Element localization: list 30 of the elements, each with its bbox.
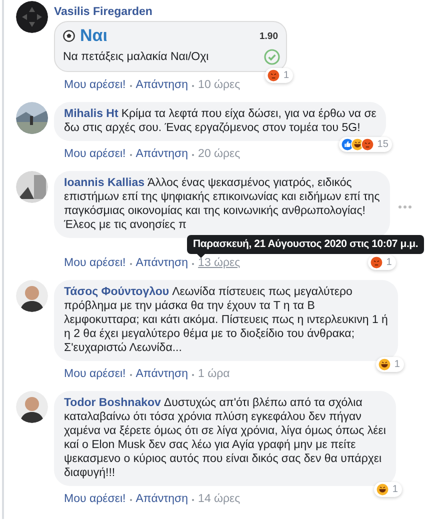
like-link[interactable]: Μου αρέσει!	[64, 79, 126, 92]
comment-text: Ioannis Kallias Άλλος ένας ψεκασμένος γιατρός, ειδικός επιστήμων επί της ψηφιακής επικοινωνίας και ειδήμων επί της παγκόσμιας οικονομίας και της κοινωνικής ανθρωπολογίας! Έλεος με τις ανοησίες π	[64, 176, 380, 232]
author-name[interactable]: Mihalis Ht	[64, 108, 118, 120]
like-link[interactable]: Μου αρέσει!	[64, 257, 126, 270]
author-name[interactable]: Ioannis Kallias	[64, 177, 145, 189]
angry-face-icon	[370, 256, 384, 269]
angry-face-icon	[361, 138, 374, 151]
reply-link[interactable]: Απάντηση	[136, 368, 188, 381]
like-link[interactable]: Μου αρέσει!	[64, 493, 126, 506]
author-name[interactable]: Vasilis Firegarden	[54, 6, 287, 18]
bet-pick: Ναι	[80, 26, 108, 46]
reaction-badge[interactable]: 1	[265, 68, 293, 83]
bet-market: Να πετάξεις μαλακία Ναι/Οχι	[63, 51, 210, 63]
reply-link[interactable]: Απάντηση	[136, 79, 188, 92]
reply-link[interactable]: Απάντηση	[136, 257, 188, 270]
angry-face-icon	[267, 69, 280, 82]
reply-link[interactable]: Απάντηση	[136, 493, 188, 506]
author-name[interactable]: Τάσος Φούντογλου	[64, 286, 170, 298]
comment-text: Todor Boshnakov Δυστυχώς απ'ότι βλέπω από τα σχόλια καταλαβαίνω ότι τόσα χρόνια πλύση εγκεφάλου δεν πήγαν χαμένα να ξέρετε όμως ότι σε λίγα χρόνια, λίγα όμως όπως λέει καί ο Elon Musk δεν σας λέω για Αγία γραφή μην με πείτε ψεκασμενο ο κύριος αυτός που είναι δικός σας δεν θα υπάρχει διαφυγή!!!	[64, 396, 386, 480]
like-link[interactable]: Μου αρέσει!	[64, 368, 126, 381]
like-link[interactable]: Μου αρέσει!	[64, 148, 126, 161]
reply-link[interactable]: Απάντηση	[136, 148, 188, 161]
comment-text: Mihalis Ht Κρίμα τα λεφτά που είχα δώσει, για να έρθω να σε δω στις αρχές σου. Ένας εργαζόμενος στον τομέα του 5G!	[64, 107, 376, 135]
date-tooltip: Παρασκευή, 21 Αύγουστος 2020 στις 10:07 μ.μ.	[187, 235, 424, 258]
comment-text: Τάσος Φούντογλου Λεωνίδα πίστευεις πως μεγαλύτερο πρόβλημα με την μάσκα θα την έχουν τα Τ η τα Β λεμφοκυτταρα; και κάτι ακόμα. Πίστευεις πως η ιντερλευκινη 1 ή η 2 θα έχει μεγαλύτερο θέμα με το διοξείδιο του άνθρακα; Σ'ευχαριστώ Λεωνίδα...	[64, 285, 388, 355]
laughing-face-icon	[376, 483, 390, 496]
author-name[interactable]: Todor Boshnakov	[64, 397, 161, 409]
laughing-face-icon	[378, 358, 392, 371]
soccer-ball-icon	[63, 30, 75, 42]
bet-odds: 1.90	[260, 30, 278, 42]
